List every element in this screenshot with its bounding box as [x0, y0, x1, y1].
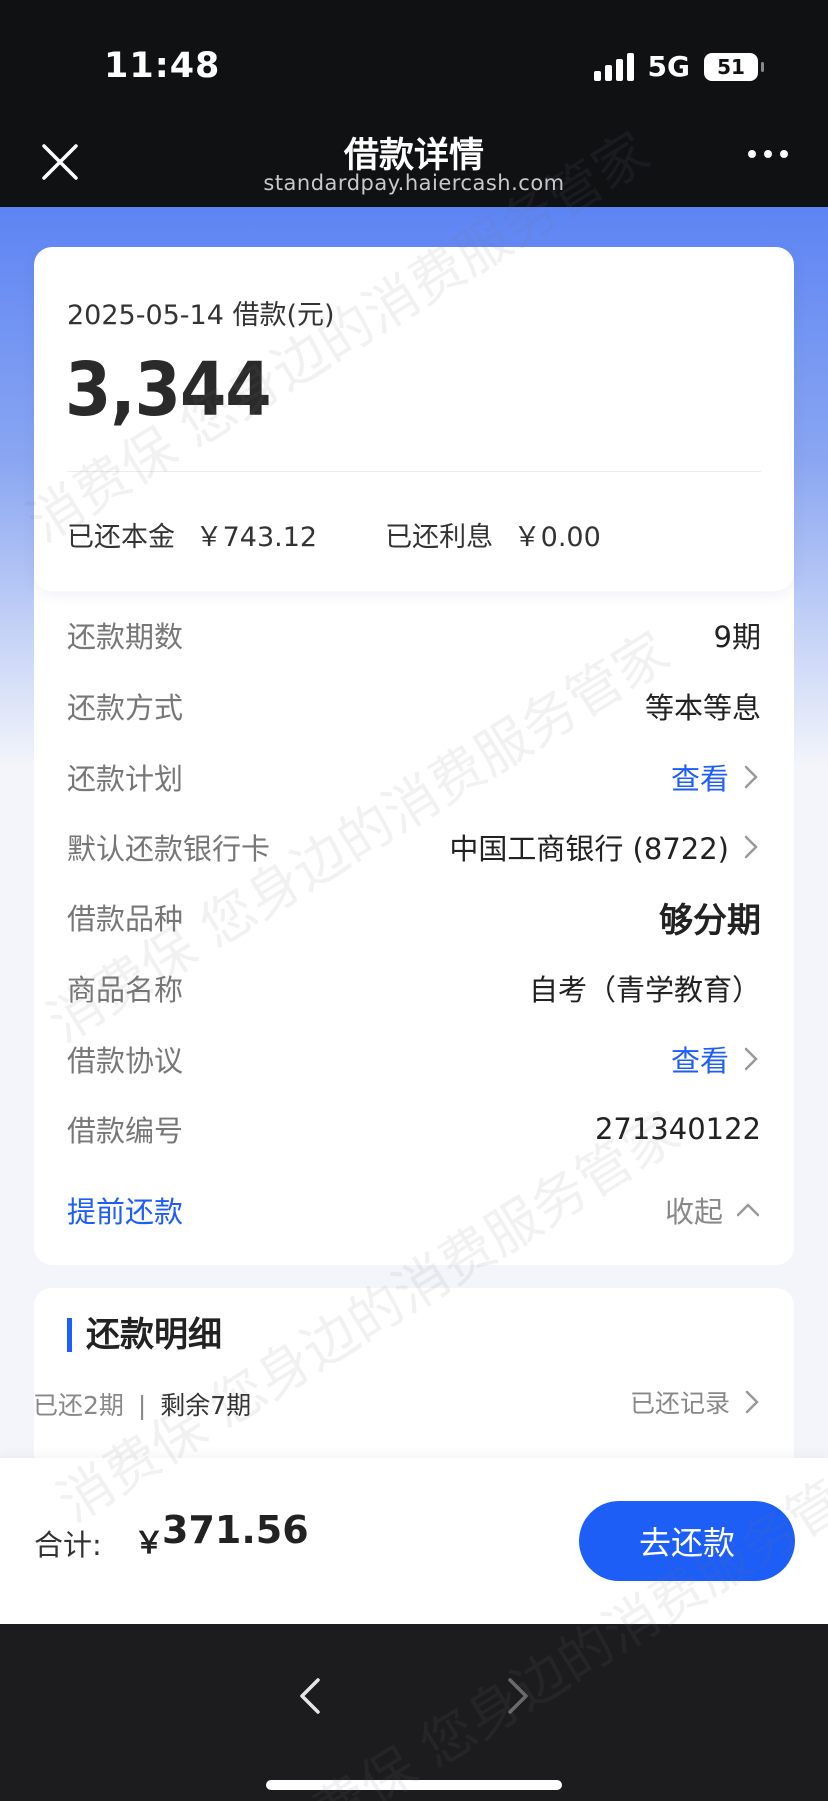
total-label: 合计:: [34, 1528, 102, 1562]
view-agreement-label: 查看: [670, 1044, 729, 1078]
collapse-button[interactable]: 收起: [665, 1189, 761, 1231]
detail-value: 等本等息: [644, 691, 761, 725]
paid-interest-label: 已还利息: [385, 522, 494, 553]
detail-label: 还款计划: [67, 762, 184, 796]
chevron-right-icon: [744, 835, 758, 859]
paid-principal-label: 已还本金: [67, 522, 175, 553]
more-dots-icon[interactable]: [748, 150, 788, 158]
browser-toolbar: [0, 1624, 828, 1801]
bank-card-selector[interactable]: 中国工商银行 (8722): [449, 826, 761, 868]
detail-row-method: 还款方式 等本等息: [67, 681, 761, 731]
detail-row-bank-card[interactable]: 默认还款银行卡 中国工商银行 (8722): [67, 822, 761, 872]
loan-detail-card: 还款期数 9期 还款方式 等本等息 还款计划 查看 默认还款银行卡 中国工商银行…: [34, 560, 794, 1265]
detail-row-loan-number: 借款编号 271340122: [67, 1104, 761, 1154]
detail-label: 商品名称: [67, 973, 184, 1007]
view-plan-link[interactable]: 查看: [671, 756, 761, 798]
remaining-periods: 剩余7期: [160, 1391, 252, 1420]
detail-row-periods: 还款期数 9期: [67, 610, 761, 660]
network-label: 5G: [647, 50, 690, 83]
battery-level: 51: [717, 54, 745, 79]
detail-label: 默认还款银行卡: [67, 832, 271, 866]
divider: [67, 471, 761, 472]
paid-principal-value: ￥743.12: [195, 522, 318, 553]
repay-detail-title: 还款明细: [67, 1318, 222, 1352]
paid-interest-value: ￥0.00: [513, 522, 601, 553]
repay-history-link[interactable]: 已还记录: [630, 1384, 762, 1420]
detail-label: 还款方式: [67, 691, 184, 725]
detail-actions-row: 提前还款 收起: [67, 1185, 761, 1235]
total-amount: 371.56: [162, 1508, 309, 1552]
forward-arrow-icon[interactable]: [504, 1674, 532, 1718]
view-plan-label: 查看: [670, 762, 729, 796]
detail-label: 借款编号: [67, 1114, 184, 1148]
paid-summary-row: 已还本金 ￥743.12 已还利息 ￥0.00: [67, 515, 669, 554]
chevron-right-icon: [744, 1047, 758, 1071]
collapse-label: 收起: [664, 1195, 723, 1229]
detail-value: 够分期: [659, 900, 761, 941]
loan-amount: 3,344: [65, 347, 272, 433]
detail-label: 还款期数: [67, 620, 184, 654]
early-repay-link[interactable]: 提前还款: [67, 1189, 183, 1231]
separator: |: [137, 1391, 147, 1420]
detail-row-plan[interactable]: 还款计划 查看: [67, 752, 761, 802]
loan-summary-card: 2025-05-14 借款(元) 3,344 已还本金 ￥743.12 已还利息…: [34, 247, 794, 591]
detail-value: 271340122: [594, 1112, 761, 1146]
repay-detail-card: 还款明细: [34, 1288, 794, 1478]
repay-progress: 已还2期 | 剩余7期: [33, 1386, 251, 1422]
paid-periods: 已还2期: [33, 1391, 124, 1420]
top-bar: 11:48 5G 51 借款详情 standardpay.haiercash.c…: [0, 0, 828, 207]
back-arrow-icon[interactable]: [296, 1674, 324, 1718]
detail-row-agreement[interactable]: 借款协议 查看: [67, 1034, 761, 1084]
detail-value: 自考（青学教育）: [528, 973, 761, 1007]
detail-label: 借款协议: [67, 1044, 184, 1078]
detail-label: 借款品种: [67, 902, 184, 936]
total-currency: ￥: [134, 1526, 164, 1561]
status-icons: 5G 51: [593, 50, 764, 83]
bank-card-value: 中国工商银行 (8722): [449, 832, 729, 866]
chevron-up-icon: [736, 1203, 760, 1217]
repay-button[interactable]: 去还款: [579, 1501, 795, 1581]
payment-bar: 合计: ￥ 371.56 去还款: [0, 1458, 828, 1624]
paid-principal: 已还本金 ￥743.12: [67, 515, 317, 554]
chevron-right-icon: [745, 1390, 759, 1414]
status-time: 11:48: [104, 46, 221, 86]
detail-value: 9期: [713, 620, 761, 654]
view-agreement-link[interactable]: 查看: [671, 1038, 761, 1080]
detail-row-product-type: 借款品种 够分期: [67, 892, 761, 942]
page-url: standardpay.haiercash.com: [263, 171, 565, 195]
home-indicator: [266, 1780, 562, 1790]
loan-date-label: 2025-05-14 借款(元): [67, 300, 335, 331]
detail-row-product-name: 商品名称 自考（青学教育）: [67, 963, 761, 1013]
battery-icon: 51: [704, 52, 764, 81]
repay-history-label: 已还记录: [629, 1389, 730, 1418]
paid-interest: 已还利息 ￥0.00: [385, 515, 601, 554]
signal-icon: [593, 52, 634, 81]
chevron-right-icon: [744, 765, 758, 789]
